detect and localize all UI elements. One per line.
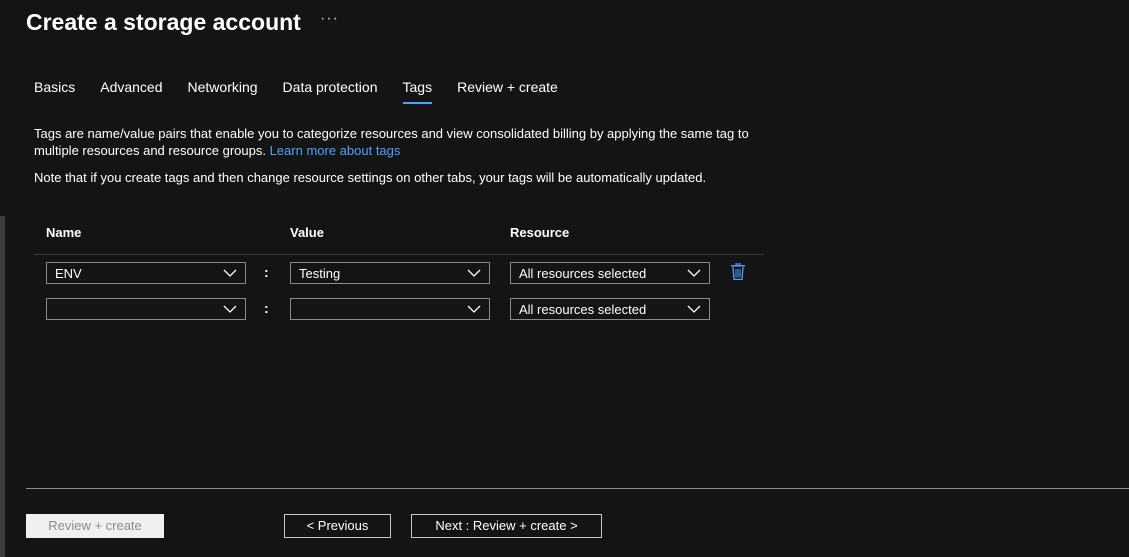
chevron-down-icon	[223, 269, 237, 277]
tag-resource-dropdown[interactable]: All resources selected	[510, 262, 710, 284]
tab-basics[interactable]: Basics	[34, 78, 75, 104]
tab-data-protection[interactable]: Data protection	[283, 78, 378, 104]
column-header-value: Value	[290, 225, 324, 240]
tags-note: Note that if you create tags and then ch…	[34, 170, 707, 185]
footer-divider	[26, 488, 1129, 489]
chevron-down-icon	[687, 305, 701, 313]
tags-description: Tags are name/value pairs that enable yo…	[34, 125, 764, 159]
chevron-down-icon	[467, 305, 481, 313]
learn-more-link[interactable]: Learn more about tags	[270, 143, 401, 158]
chevron-down-icon	[467, 269, 481, 277]
tag-resource-value: All resources selected	[519, 302, 647, 317]
previous-button[interactable]: < Previous	[284, 514, 391, 538]
tag-name-dropdown[interactable]	[46, 298, 246, 320]
left-scroll-edge	[0, 216, 5, 557]
next-button[interactable]: Next : Review + create >	[411, 514, 602, 538]
chevron-down-icon	[687, 269, 701, 277]
tab-advanced[interactable]: Advanced	[100, 78, 162, 104]
tag-resource-dropdown[interactable]: All resources selected	[510, 298, 710, 320]
tag-value-value: Testing	[299, 266, 341, 281]
separator-colon: :	[264, 300, 269, 316]
tag-name-value: ENV	[55, 266, 82, 281]
tab-bar: Basics Advanced Networking Data protecti…	[34, 78, 583, 104]
page-title: Create a storage account	[26, 9, 301, 35]
tag-resource-value: All resources selected	[519, 266, 647, 281]
separator-colon: :	[264, 264, 269, 280]
chevron-down-icon	[223, 305, 237, 313]
tab-tags[interactable]: Tags	[402, 78, 432, 104]
header-divider	[34, 254, 764, 255]
tab-review-create[interactable]: Review + create	[457, 78, 558, 104]
tag-value-dropdown[interactable]	[290, 298, 490, 320]
column-header-name: Name	[46, 225, 82, 240]
tag-value-dropdown[interactable]: Testing	[290, 262, 490, 284]
tag-name-dropdown[interactable]: ENV	[46, 262, 246, 284]
more-options-icon[interactable]: ···	[320, 10, 339, 28]
tab-networking[interactable]: Networking	[188, 78, 258, 104]
review-create-button[interactable]: Review + create	[26, 514, 164, 538]
column-header-resource: Resource	[510, 225, 570, 240]
delete-icon[interactable]	[730, 263, 746, 280]
